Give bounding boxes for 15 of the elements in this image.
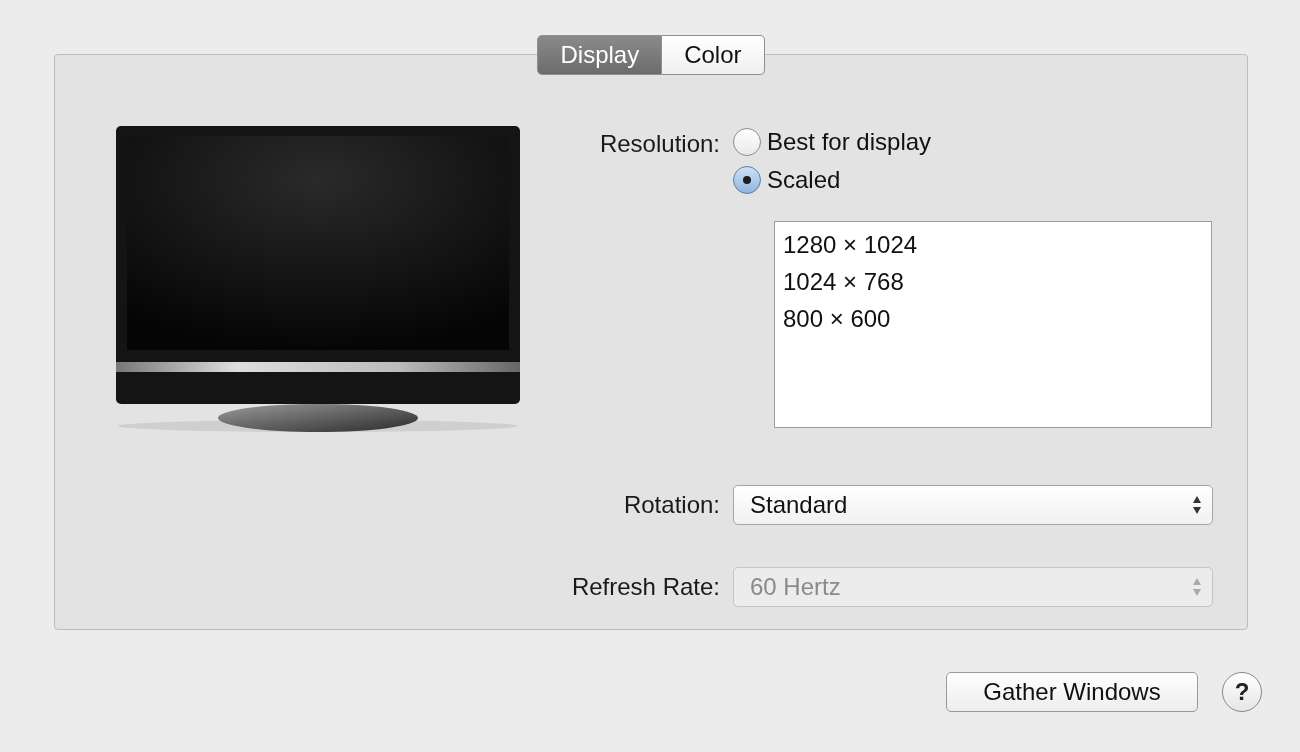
gather-windows-button[interactable]: Gather Windows <box>946 672 1198 712</box>
list-item[interactable]: 1280 × 1024 <box>783 225 1203 263</box>
field-label: Resolution: <box>598 129 720 159</box>
radio-option[interactable]: Best for display <box>733 124 932 160</box>
field-label: Rotation: <box>622 490 720 520</box>
popup-menu[interactable]: Standard <box>733 485 1213 525</box>
list-item[interactable]: 1024 × 768 <box>783 262 1203 300</box>
tab[interactable]: Color <box>662 35 765 75</box>
field-label: Refresh Rate: <box>570 571 720 602</box>
radio-option[interactable]: Scaled <box>733 162 841 198</box>
list-item[interactable]: 800 × 600 <box>783 299 1203 337</box>
help-button[interactable]: ? <box>1222 672 1262 712</box>
up-down-arrows-icon <box>1192 495 1202 515</box>
up-down-arrows-icon <box>1192 576 1202 597</box>
tab[interactable]: Display <box>537 35 663 75</box>
